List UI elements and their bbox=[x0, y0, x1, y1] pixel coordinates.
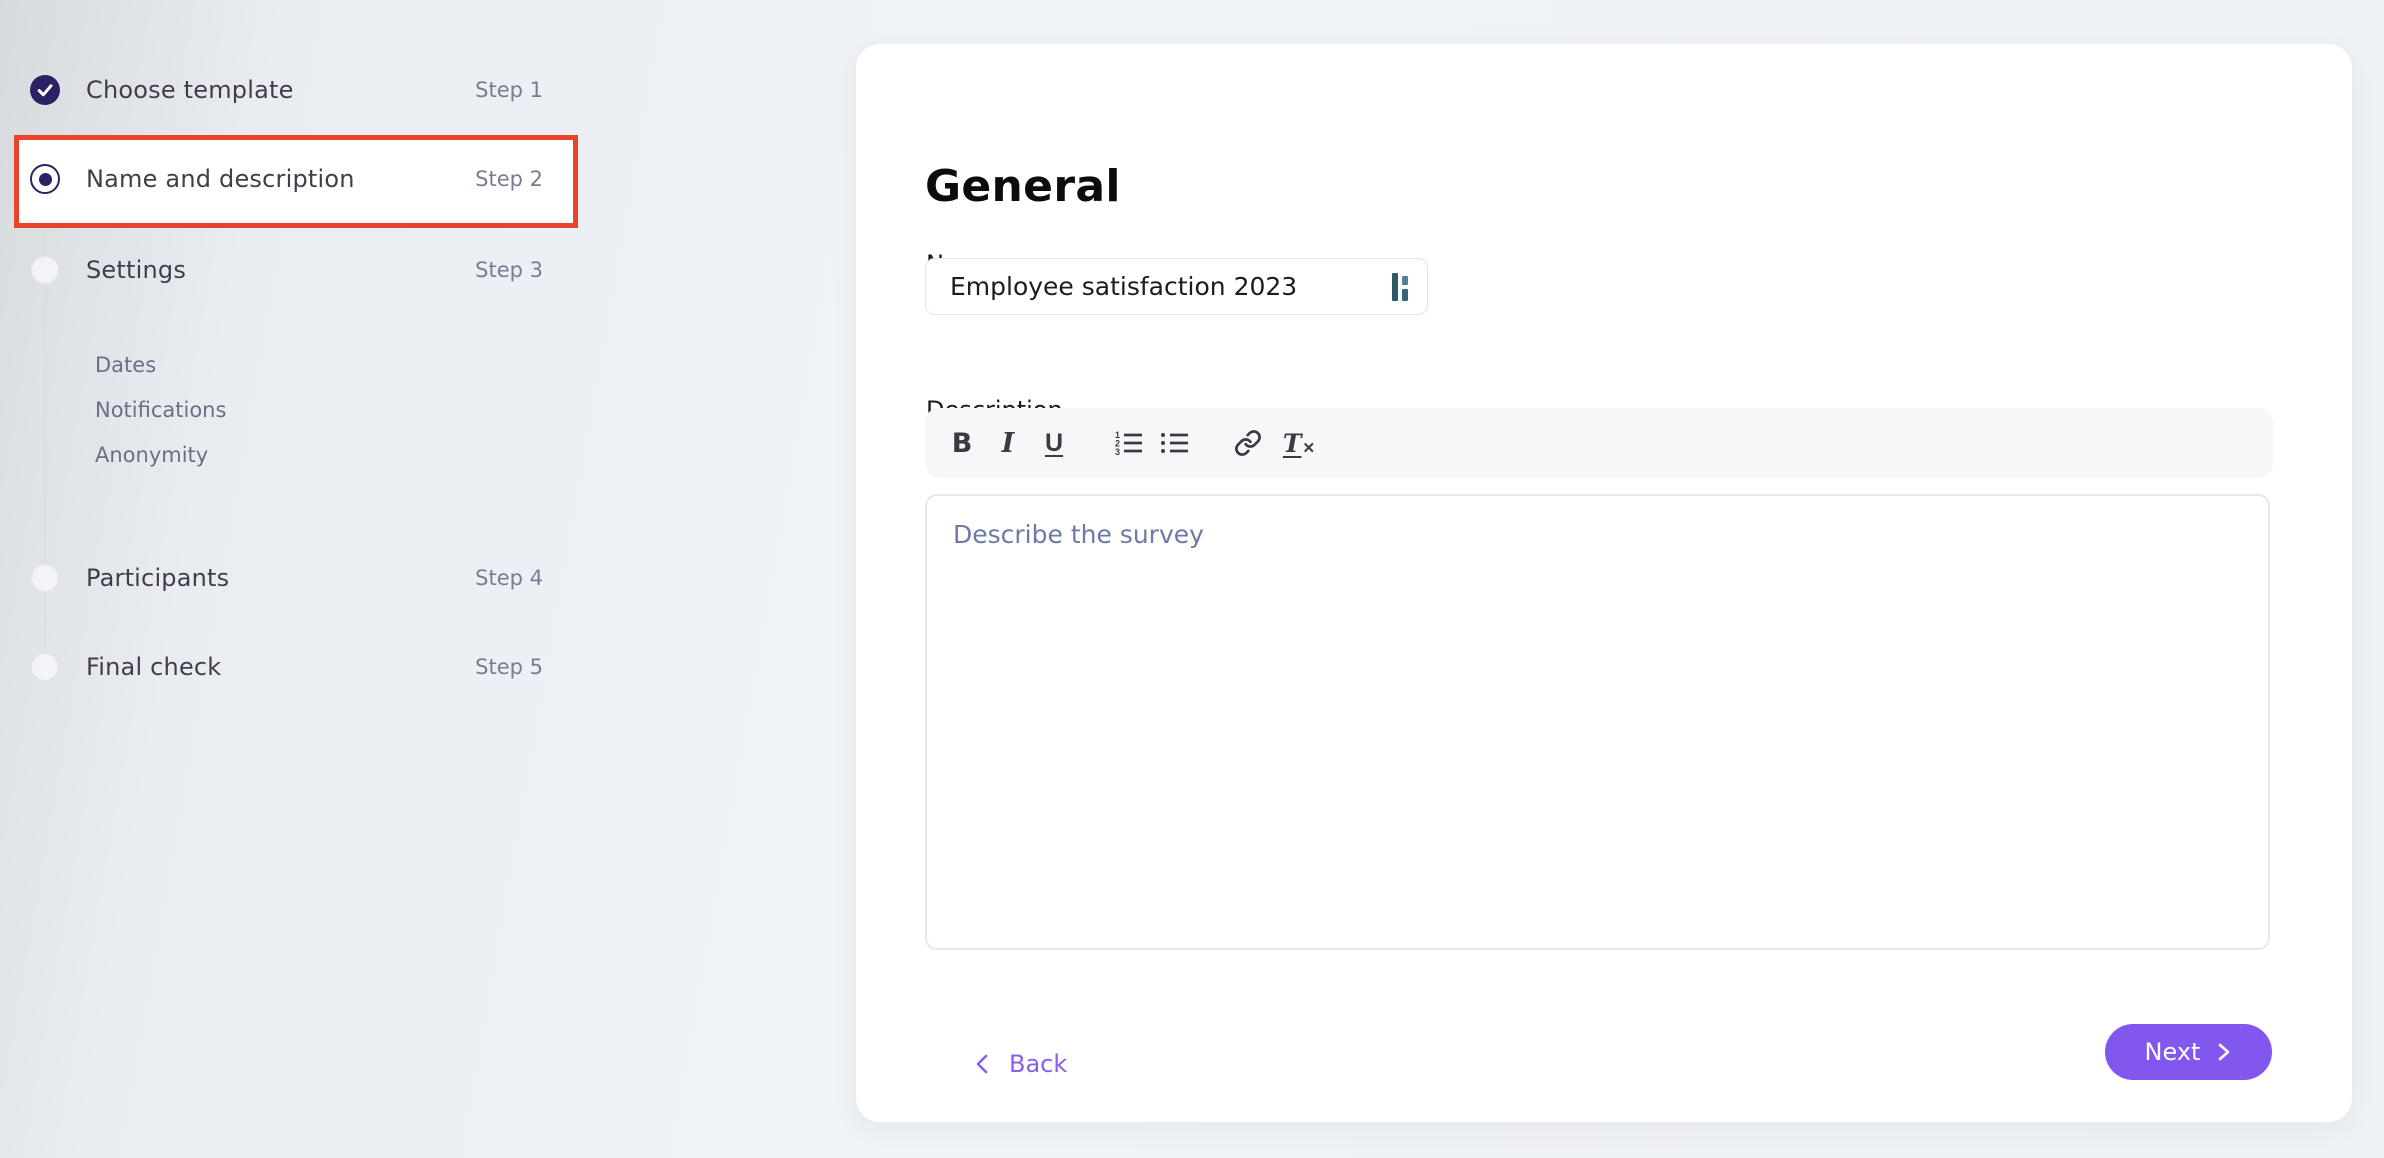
substep-notifications[interactable]: Notifications bbox=[95, 394, 226, 426]
back-button[interactable]: Back bbox=[973, 1050, 1067, 1078]
back-button-label: Back bbox=[1009, 1050, 1067, 1078]
step-number: Step 3 bbox=[475, 258, 543, 282]
next-button-label: Next bbox=[2145, 1038, 2201, 1066]
step-complete-check-icon bbox=[30, 75, 60, 105]
next-button[interactable]: Next bbox=[2105, 1024, 2272, 1080]
step-label: Settings bbox=[86, 256, 186, 284]
link-icon[interactable] bbox=[1233, 426, 1263, 460]
svg-text:3: 3 bbox=[1115, 447, 1120, 457]
name-field-wrapper bbox=[925, 258, 1428, 315]
underline-icon[interactable]: U bbox=[1039, 426, 1069, 460]
text-variable-bars-icon bbox=[1392, 272, 1414, 302]
step-label: Name and description bbox=[86, 165, 355, 193]
general-step-panel: General Name Description B I U 1 2 3 bbox=[856, 44, 2352, 1122]
richtext-toolbar: B I U 1 2 3 bbox=[925, 408, 2273, 478]
step-todo-circle-icon bbox=[30, 563, 60, 593]
step-label: Choose template bbox=[86, 76, 294, 104]
page-title: General bbox=[925, 161, 1121, 212]
bullet-list-icon[interactable] bbox=[1159, 426, 1189, 460]
survey-description-textarea[interactable] bbox=[925, 494, 2270, 950]
substep-anonymity[interactable]: Anonymity bbox=[95, 439, 208, 471]
step-number: Step 5 bbox=[475, 655, 543, 679]
step-todo-circle-icon bbox=[30, 652, 60, 682]
step-number: Step 2 bbox=[475, 167, 543, 191]
step-active-radio-icon bbox=[30, 164, 60, 194]
chevron-right-icon bbox=[2214, 1041, 2232, 1063]
italic-icon[interactable]: I bbox=[993, 426, 1023, 460]
chevron-left-icon bbox=[973, 1052, 993, 1076]
step-label: Participants bbox=[86, 564, 229, 592]
step-label: Final check bbox=[86, 653, 221, 681]
bold-icon[interactable]: B bbox=[947, 426, 977, 460]
clear-formatting-icon[interactable]: T ✕ bbox=[1279, 426, 1319, 460]
survey-wizard-screen: Choose template Step 1 Name and descript… bbox=[0, 0, 2384, 1158]
stepper-item-name-description[interactable]: Name and description Step 2 bbox=[0, 161, 560, 197]
survey-name-input[interactable] bbox=[925, 258, 1428, 315]
wizard-stepper: Choose template Step 1 Name and descript… bbox=[0, 0, 620, 1158]
stepper-item-participants[interactable]: Participants Step 4 bbox=[0, 560, 560, 596]
stepper-item-final-check[interactable]: Final check Step 5 bbox=[0, 649, 560, 685]
stepper-item-settings[interactable]: Settings Step 3 bbox=[0, 252, 560, 288]
ordered-list-icon[interactable]: 1 2 3 bbox=[1113, 426, 1143, 460]
step-todo-circle-icon bbox=[30, 255, 60, 285]
step-number: Step 1 bbox=[475, 78, 543, 102]
step-number: Step 4 bbox=[475, 566, 543, 590]
substep-dates[interactable]: Dates bbox=[95, 349, 156, 381]
stepper-item-choose-template[interactable]: Choose template Step 1 bbox=[0, 72, 560, 108]
